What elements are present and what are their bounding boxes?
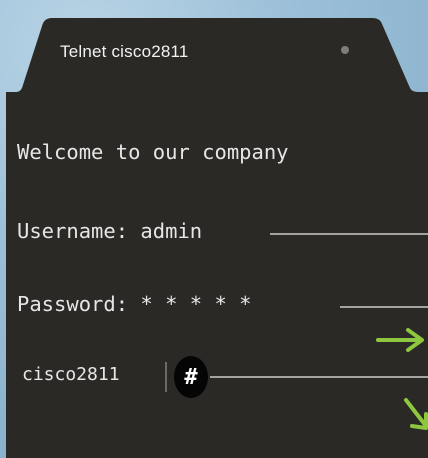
prompt-leader-line: [210, 376, 428, 378]
cursor-bar: [165, 362, 167, 392]
password-leader-line: [340, 306, 428, 308]
arrow-icon: [404, 398, 428, 430]
password-line: Password: * * * * *: [17, 292, 252, 316]
prompt-symbol: #: [184, 364, 198, 390]
arrow-icon: [376, 328, 424, 352]
prompt-symbol-highlight: #: [174, 356, 208, 398]
telnet-window: Telnet cisco2811 Welcome to our company …: [0, 0, 428, 458]
dot-icon: [341, 46, 349, 54]
welcome-banner: Welcome to our company: [17, 140, 289, 164]
prompt-host: cisco2811: [22, 364, 120, 385]
username-line: Username: admin: [17, 219, 203, 243]
username-leader-line: [270, 233, 428, 235]
tab-title[interactable]: Telnet cisco2811: [60, 42, 189, 62]
